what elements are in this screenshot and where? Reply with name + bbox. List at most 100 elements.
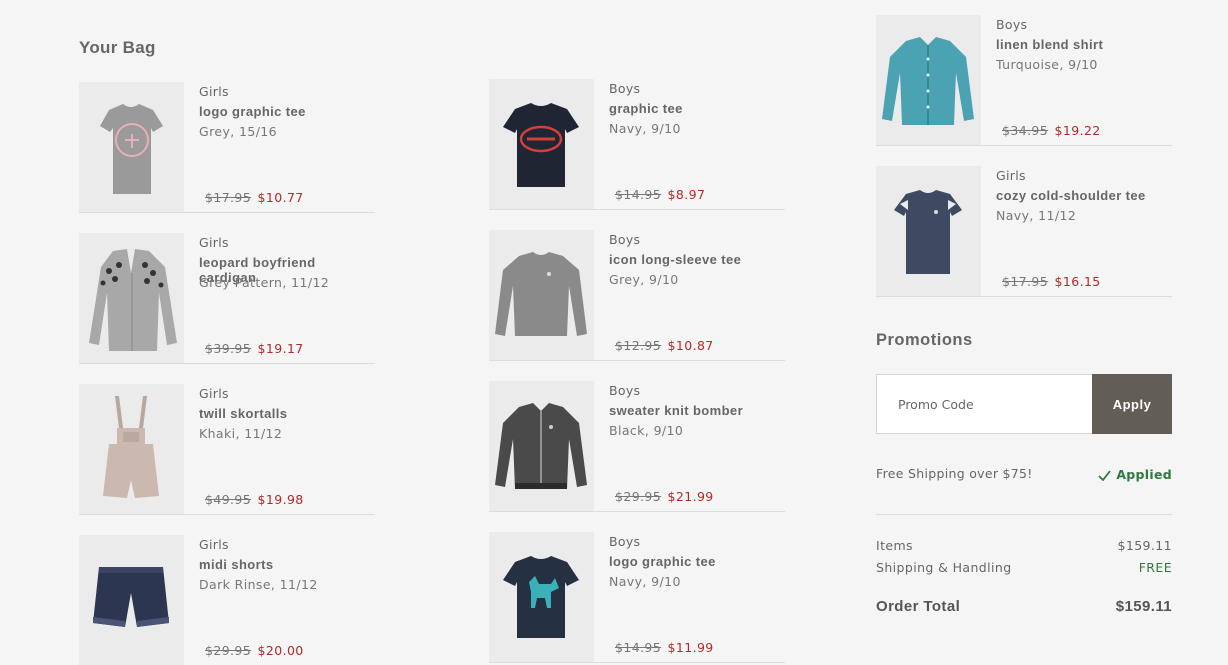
bomber-jacket-image[interactable]: [489, 381, 594, 511]
item-name[interactable]: graphic tee: [609, 101, 683, 116]
item-prices: $14.95 $11.99: [615, 640, 714, 655]
item-category: Girls: [199, 537, 229, 552]
item-variant: Black, 9/10: [609, 423, 684, 438]
sale-price: $8.97: [667, 187, 706, 202]
bag-item[interactable]: Girls twill skortalls Khaki, 11/12 $49.9…: [79, 384, 375, 515]
grey-long-sleeve-image[interactable]: [489, 230, 594, 360]
order-total-label: Order Total: [876, 598, 961, 615]
summary-divider: [876, 514, 1172, 515]
original-price: $14.95: [615, 187, 662, 202]
checkmark-icon: [1098, 470, 1112, 482]
item-variant: Dark Rinse, 11/12: [199, 577, 318, 592]
item-variant: Turquoise, 9/10: [996, 57, 1098, 72]
sale-price: $21.99: [667, 489, 714, 504]
item-category: Girls: [199, 386, 229, 401]
item-prices: $17.95 $10.77: [205, 190, 304, 205]
bag-item[interactable]: Boys sweater knit bomber Black, 9/10 $29…: [489, 381, 785, 512]
original-price: $39.95: [205, 341, 252, 356]
item-prices: $12.95 $10.87: [615, 338, 714, 353]
original-price: $29.95: [615, 489, 662, 504]
item-prices: $39.95 $19.17: [205, 341, 304, 356]
khaki-skortalls-image[interactable]: [79, 384, 184, 514]
bag-item[interactable]: Boys graphic tee Navy, 9/10 $14.95 $8.97: [489, 79, 785, 210]
bag-page: Your Bag Girls logo graphic tee Grey, 15…: [0, 0, 1228, 665]
item-prices: $14.95 $8.97: [615, 187, 705, 202]
grey-cardigan-image[interactable]: [79, 233, 184, 363]
free-shipping-text: Free Shipping over $75!: [876, 466, 1033, 481]
order-total-row: Order Total $159.11: [876, 598, 1172, 615]
item-name[interactable]: linen blend shirt: [996, 37, 1103, 52]
sale-price: $10.87: [667, 338, 714, 353]
item-name[interactable]: sweater knit bomber: [609, 403, 743, 418]
promo-code-form: Apply: [876, 374, 1172, 434]
item-category: Boys: [609, 383, 641, 398]
sale-price: $10.77: [257, 190, 304, 205]
item-category: Boys: [609, 81, 641, 96]
shipping-promo-row: Free Shipping over $75! Applied: [876, 465, 1172, 485]
shipping-label: Shipping & Handling: [876, 560, 1012, 575]
item-variant: Grey, 15/16: [199, 124, 278, 139]
navy-cold-shoulder-tee-image[interactable]: [876, 166, 981, 296]
sale-price: $20.00: [257, 643, 304, 658]
item-category: Boys: [609, 232, 641, 247]
item-prices: $29.95 $20.00: [205, 643, 304, 658]
sale-price: $16.15: [1054, 274, 1101, 289]
denim-shorts-image[interactable]: [79, 535, 184, 665]
navy-moose-tee-image[interactable]: [489, 532, 594, 662]
applied-label: Applied: [1116, 467, 1172, 482]
item-category: Girls: [996, 168, 1026, 183]
items-label: Items: [876, 538, 913, 553]
item-category: Boys: [609, 534, 641, 549]
bag-item[interactable]: Girls leopard boyfriend cardigan Grey Pa…: [79, 233, 375, 364]
apply-button[interactable]: Apply: [1092, 374, 1172, 434]
item-category: Boys: [996, 17, 1028, 32]
promo-code-input[interactable]: [877, 375, 1092, 433]
item-prices: $34.95 $19.22: [1002, 123, 1101, 138]
original-price: $29.95: [205, 643, 252, 658]
grey-logo-tee-image[interactable]: [79, 82, 184, 212]
item-category: Girls: [199, 84, 229, 99]
turquoise-shirt-image[interactable]: [876, 15, 981, 145]
bag-title: Your Bag: [79, 38, 156, 57]
bag-item[interactable]: Boys icon long-sleeve tee Grey, 9/10 $12…: [489, 230, 785, 361]
item-prices: $49.95 $19.98: [205, 492, 304, 507]
item-name[interactable]: logo graphic tee: [199, 104, 306, 119]
item-variant: Khaki, 11/12: [199, 426, 283, 441]
item-variant: Navy, 9/10: [609, 121, 681, 136]
bag-item[interactable]: Girls midi shorts Dark Rinse, 11/12 $29.…: [79, 535, 375, 665]
item-name[interactable]: icon long-sleeve tee: [609, 252, 741, 267]
applied-status: Applied: [1098, 467, 1172, 482]
navy-graphic-tee-image[interactable]: [489, 79, 594, 209]
order-total-value: $159.11: [1115, 598, 1172, 615]
item-variant: Grey, 9/10: [609, 272, 679, 287]
item-variant: Grey Pattern, 11/12: [199, 275, 330, 290]
shipping-row: Shipping & Handling FREE: [876, 560, 1172, 575]
items-row: Items $159.11: [876, 538, 1172, 553]
item-prices: $29.95 $21.99: [615, 489, 714, 504]
promotions-title: Promotions: [876, 331, 973, 349]
item-variant: Navy, 11/12: [996, 208, 1077, 223]
item-category: Girls: [199, 235, 229, 250]
shipping-value: FREE: [1138, 560, 1172, 575]
original-price: $12.95: [615, 338, 662, 353]
sale-price: $19.98: [257, 492, 304, 507]
original-price: $14.95: [615, 640, 662, 655]
sale-price: $19.17: [257, 341, 304, 356]
original-price: $17.95: [205, 190, 252, 205]
item-prices: $17.95 $16.15: [1002, 274, 1101, 289]
item-name[interactable]: twill skortalls: [199, 406, 287, 421]
item-name[interactable]: logo graphic tee: [609, 554, 716, 569]
original-price: $49.95: [205, 492, 252, 507]
bag-item[interactable]: Boys logo graphic tee Navy, 9/10 $14.95 …: [489, 532, 785, 663]
sale-price: $11.99: [667, 640, 714, 655]
original-price: $34.95: [1002, 123, 1049, 138]
bag-item[interactable]: Boys linen blend shirt Turquoise, 9/10 $…: [876, 15, 1172, 146]
bag-item[interactable]: Girls cozy cold-shoulder tee Navy, 11/12…: [876, 166, 1172, 297]
item-variant: Navy, 9/10: [609, 574, 681, 589]
bag-item[interactable]: Girls logo graphic tee Grey, 15/16 $17.9…: [79, 82, 375, 213]
item-name[interactable]: midi shorts: [199, 557, 273, 572]
sale-price: $19.22: [1054, 123, 1101, 138]
items-value: $159.11: [1117, 538, 1172, 553]
item-name[interactable]: cozy cold-shoulder tee: [996, 188, 1146, 203]
original-price: $17.95: [1002, 274, 1049, 289]
